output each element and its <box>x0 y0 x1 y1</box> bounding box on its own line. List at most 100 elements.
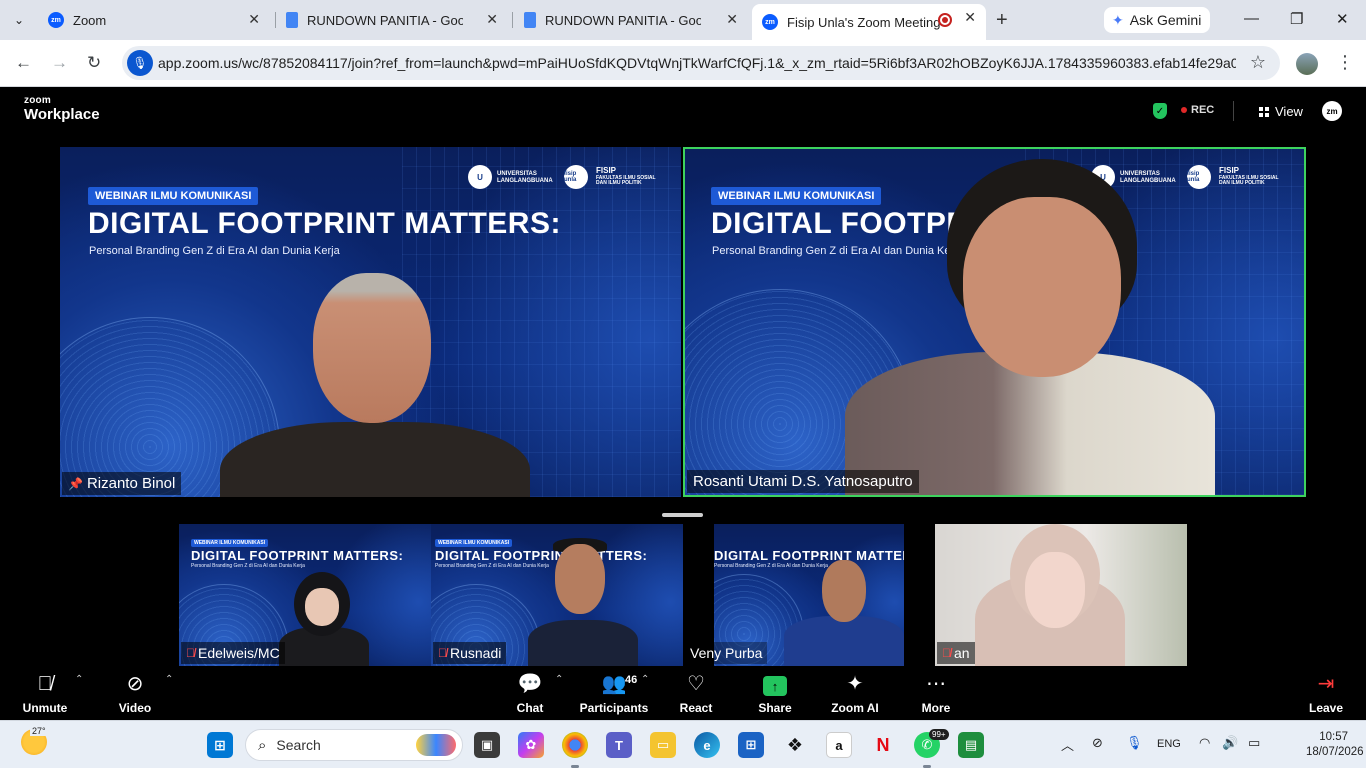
url-text[interactable]: app.zoom.us/wc/87852084117/join?ref_from… <box>158 55 1236 71</box>
participants-button[interactable]: 👥 Participants <box>578 666 650 720</box>
fisip-line2: DAN ILMU POLITIK <box>1219 180 1265 187</box>
tab-search-chevron-icon[interactable]: ⌄ <box>6 8 32 32</box>
chat-options-chevron-icon[interactable]: ⌃ <box>555 674 563 685</box>
forward-arrow-icon[interactable]: → <box>51 53 68 73</box>
battery-icon[interactable]: ▭ <box>1248 735 1260 751</box>
fisip-logo-text: FISIP FAKULTAS ILMU SOSIAL DAN ILMU POLI… <box>1219 166 1279 187</box>
google-classroom-icon[interactable]: ▤ <box>958 732 984 758</box>
dropbox-icon[interactable]: ❖ <box>782 732 808 758</box>
start-windows-icon[interactable]: ⊞ <box>207 732 233 758</box>
chrome-icon[interactable] <box>562 732 588 758</box>
video-tile-edelweis[interactable]: WEBINAR ILMU KOMUNIKASI DIGITAL FOOTPRIN… <box>179 524 431 666</box>
netflix-icon[interactable]: N <box>870 732 896 758</box>
tab-title: RUNDOWN PANITIA - Google D <box>307 12 463 28</box>
new-tab-icon[interactable]: + <box>996 9 1008 32</box>
restore-icon[interactable]: ❐ <box>1290 10 1303 28</box>
participant-name: an <box>954 645 970 661</box>
network-disconnected-icon[interactable]: ⊘ <box>1092 735 1103 751</box>
edge-icon[interactable]: e <box>694 732 720 758</box>
video-tile-an[interactable]: 🎙̸ an <box>935 524 1187 666</box>
slide-subtitle: Personal Branding Gen Z di Era AI dan Du… <box>191 563 305 569</box>
fisip-logo-text: FISIP FAKULTAS ILMU SOSIAL DAN ILMU POLI… <box>596 166 656 187</box>
unmute-button[interactable]: 🎙̸ Unmute <box>20 666 70 720</box>
video-tile-veny[interactable]: DIGITAL FOOTPRINT MATTERS: Personal Bran… <box>683 524 904 666</box>
security-shield-icon[interactable]: ✓ <box>1153 103 1167 119</box>
header-divider <box>1233 101 1234 121</box>
leave-button[interactable]: ⇥ Leave <box>1304 666 1348 720</box>
bookmark-star-icon[interactable]: ☆ <box>1250 52 1266 73</box>
gemini-sparkle-icon: ✦ <box>1112 11 1124 28</box>
participant-video-rosanti <box>835 157 1215 495</box>
video-tile-rusnadi[interactable]: WEBINAR ILMU KOMUNIKASI DIGITAL FOOTPRIN… <box>431 524 683 666</box>
gallery-resize-handle[interactable] <box>662 513 703 517</box>
zoom-ai-label: Zoom AI <box>831 701 879 715</box>
wifi-icon[interactable]: ◠ <box>1199 735 1210 751</box>
close-icon[interactable]: ✕ <box>486 11 498 28</box>
participant-name: Rusnadi <box>450 645 502 661</box>
language-indicator[interactable]: ENG <box>1157 738 1181 750</box>
video-tile-rizanto[interactable]: U UNIVERSITAS LANGLANGBUANA fisip unla F… <box>60 147 681 497</box>
task-view-icon[interactable]: ▣ <box>474 732 500 758</box>
microphone-in-use-icon[interactable]: 🎙 <box>1126 735 1143 751</box>
audio-options-chevron-icon[interactable]: ⌃ <box>75 674 83 685</box>
tab-fisip-zoom-meeting[interactable]: zm Fisip Unla's Zoom Meeting ✕ <box>752 4 986 40</box>
tab-zoom[interactable]: zm Zoom ✕ <box>38 6 270 34</box>
person-head <box>963 197 1121 377</box>
rec-label: REC <box>1191 104 1215 116</box>
browser-tab-bar: ⌄ zm Zoom ✕ RUNDOWN PANITIA - Google D ✕… <box>0 0 1366 40</box>
share-button[interactable]: ↑ Share <box>753 666 797 720</box>
chat-button[interactable]: 💬 Chat <box>510 666 550 720</box>
muted-microphone-icon: 🎙̸ <box>942 646 951 660</box>
tray-overflow-chevron-icon[interactable]: ︿ <box>1061 735 1074 754</box>
participant-count: 46 <box>625 674 638 686</box>
participants-options-chevron-icon[interactable]: ⌃ <box>641 674 649 685</box>
profile-avatar[interactable] <box>1296 53 1318 75</box>
tab-rundown-2[interactable]: RUNDOWN PANITIA - Google D ✕ <box>514 6 748 34</box>
taskbar-search-box[interactable]: ⌕ Search <box>245 729 463 761</box>
video-tile-rosanti[interactable]: U UNIVERSITAS LANGLANGBUANA fisip unla F… <box>685 149 1304 495</box>
person-face <box>1025 552 1085 628</box>
close-icon[interactable]: ✕ <box>248 11 260 28</box>
participant-video-rusnadi <box>523 538 643 666</box>
video-button[interactable]: ⊘ Video <box>112 666 158 720</box>
menu-kebab-icon[interactable]: ⋮ <box>1336 52 1354 73</box>
participant-name-tag: 🎙̸ Rusnadi <box>433 642 507 664</box>
react-button[interactable]: ♡ React <box>675 666 717 720</box>
file-explorer-icon[interactable]: ▭ <box>650 732 676 758</box>
slide-title: DIGITAL FOOTPRINT MATTERS: <box>88 207 561 240</box>
univ-line1: UNIVERSITAS <box>497 171 537 177</box>
more-label: More <box>921 701 951 715</box>
microphone-permission-icon[interactable]: 🎙 <box>127 50 153 76</box>
copilot-icon[interactable]: ✿ <box>518 732 544 758</box>
minimize-icon[interactable]: — <box>1244 10 1259 27</box>
teams-icon[interactable]: T <box>606 732 632 758</box>
participant-name-tag: 📌 Rizanto Binol <box>62 472 182 495</box>
ask-gemini-button[interactable]: ✦ Ask Gemini <box>1104 7 1210 33</box>
back-arrow-icon[interactable]: ← <box>15 53 32 73</box>
person-head <box>313 273 431 423</box>
close-icon[interactable]: ✕ <box>964 9 976 26</box>
omnibox[interactable]: 🎙 app.zoom.us/wc/87852084117/join?ref_fr… <box>122 46 1280 80</box>
microsoft-store-icon[interactable]: ⊞ <box>738 732 764 758</box>
tab-rundown-1[interactable]: RUNDOWN PANITIA - Google D ✕ <box>276 6 508 34</box>
slide-tag: WEBINAR ILMU KOMUNIKASI <box>191 539 269 547</box>
person-body <box>528 620 638 666</box>
speaker-volume-icon[interactable]: 🔊 <box>1222 735 1238 751</box>
clock-date: 18/07/2026 <box>1306 746 1364 758</box>
recording-dot-icon <box>1181 107 1187 113</box>
view-button[interactable]: View <box>1259 104 1303 119</box>
google-docs-icon <box>286 12 298 28</box>
reload-icon[interactable]: ↻ <box>87 53 101 73</box>
participant-video-rizanto <box>215 267 535 497</box>
amazon-icon[interactable]: a <box>826 732 852 758</box>
person-head <box>555 544 605 614</box>
zoom-ai-button[interactable]: ✦ Zoom AI <box>826 666 884 720</box>
recording-indicator[interactable]: REC <box>1181 104 1214 116</box>
window-close-icon[interactable]: ✕ <box>1336 10 1349 28</box>
close-icon[interactable]: ✕ <box>726 11 738 28</box>
zoom-account-avatar[interactable]: zm <box>1322 101 1342 121</box>
system-clock[interactable]: 10:57 18/07/2026 <box>1306 730 1364 760</box>
person-head <box>822 560 866 622</box>
more-button[interactable]: ⋯ More <box>914 666 958 720</box>
video-options-chevron-icon[interactable]: ⌃ <box>165 674 173 685</box>
